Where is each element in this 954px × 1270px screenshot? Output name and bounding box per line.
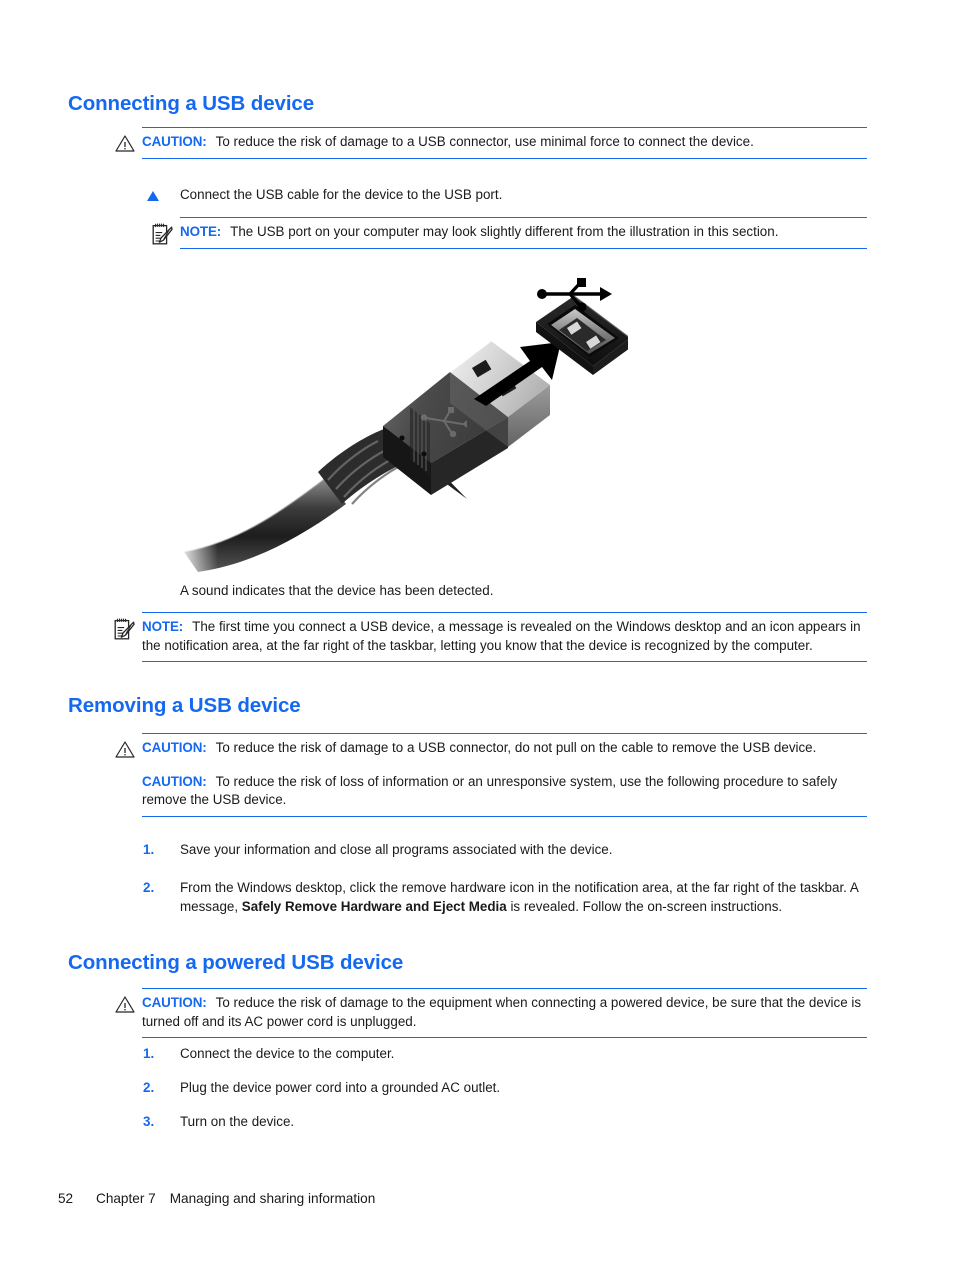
- note-text: The USB port on your computer may look s…: [230, 224, 779, 239]
- step-number: 2.: [143, 879, 155, 895]
- note-clipboard-pencil-icon: [113, 618, 135, 641]
- caution-block-powered: CAUTION: To reduce the risk of damage to …: [115, 988, 867, 1039]
- page-title-connecting-usb-device: Connecting a USB device: [68, 92, 315, 115]
- caution-text: To reduce the risk of damage to the equi…: [142, 995, 862, 1029]
- note-label: NOTE:: [180, 224, 222, 239]
- caution-label: CAUTION:: [142, 134, 207, 149]
- list-item-step-1: 1. Save your information and close all p…: [143, 841, 870, 860]
- note-text: The first time you connect a USB device,…: [142, 619, 861, 653]
- caution-label-2: CAUTION:: [142, 773, 207, 789]
- caution-label: CAUTION:: [142, 740, 207, 755]
- footer-chapter-title: Managing and sharing information: [169, 1191, 376, 1206]
- warning-triangle-icon: [115, 996, 135, 1013]
- caution-text: To reduce the risk of damage to a USB co…: [215, 740, 817, 755]
- note-clipboard-pencil-icon: [151, 223, 173, 246]
- step-number: 3.: [143, 1113, 155, 1129]
- warning-triangle-icon: [115, 135, 135, 152]
- procedure-step-connect-cable: Connect the USB cable for the device to …: [147, 186, 870, 205]
- step-number: 1.: [143, 1046, 155, 1061]
- step-number: 2.: [143, 1079, 155, 1095]
- list-item-step-1: 1. Connect the device to the computer.: [143, 1045, 870, 1064]
- list-item-step-3: 3. Turn on the device.: [143, 1113, 870, 1132]
- list-item-step-2: 2. Plug the device power cord into a gro…: [143, 1079, 870, 1098]
- caution-block-connecting: CAUTION: To reduce the risk of damage to …: [115, 127, 867, 159]
- warning-triangle-icon: [115, 741, 135, 758]
- note-label: NOTE:: [142, 619, 184, 634]
- caution-text: To reduce the risk of damage to a USB co…: [215, 134, 754, 149]
- triangle-bullet-icon: [147, 191, 159, 201]
- list-item-step-2: 2. From the Windows desktop, click the r…: [143, 879, 870, 917]
- usb-cable: [178, 477, 346, 576]
- page-footer: 52 Chapter 7 Managing and sharing informat…: [58, 1191, 375, 1206]
- step-text: Save your information and close all prog…: [180, 842, 613, 857]
- step-text-bold: Safely Remove Hardware and Eject Media: [241, 898, 507, 914]
- page-title-connecting-powered-usb-device: Connecting a powered USB device: [68, 951, 404, 974]
- note-body: NOTE: The first time you connect a USB de…: [114, 618, 867, 655]
- note-body: NOTE: The USB port on your computer may l…: [152, 223, 867, 245]
- note-block-usb-port-appearance: NOTE: The USB port on your computer may l…: [152, 217, 867, 249]
- caution-label: CAUTION:: [142, 995, 207, 1010]
- connector-dimple: [399, 435, 405, 441]
- step-number: 1.: [143, 842, 155, 857]
- step-text: Plug the device power cord into a ground…: [180, 1079, 501, 1095]
- removing-steps-list: 1. Save your information and close all p…: [143, 841, 870, 917]
- caution-body-first: CAUTION: To reduce the risk of damage to …: [115, 739, 867, 758]
- connector-dimple: [421, 451, 427, 457]
- caution-body: CAUTION: To reduce the risk of damage to …: [115, 994, 867, 1031]
- page-number: 52: [58, 1191, 74, 1206]
- caution-body-second: CAUTION: To reduce the risk of loss of in…: [142, 773, 867, 810]
- note-block-first-time-connect: NOTE: The first time you connect a USB de…: [114, 612, 867, 663]
- step-text: Turn on the device.: [180, 1113, 295, 1129]
- powered-steps-list: 1. Connect the device to the computer. 2…: [143, 1045, 870, 1132]
- step-text-after: is revealed. Follow the on-screen instru…: [506, 898, 783, 914]
- footer-chapter: Chapter 7: [96, 1191, 156, 1206]
- page-title-removing-usb-device: Removing a USB device: [68, 694, 301, 717]
- caution-body: CAUTION: To reduce the risk of damage to …: [115, 133, 867, 152]
- caution-text-2: To reduce the risk of loss of informatio…: [142, 773, 838, 808]
- procedure-step-text: Connect the USB cable for the device to …: [180, 187, 503, 202]
- caution-block-removing: CAUTION: To reduce the risk of damage to …: [115, 733, 867, 817]
- figure-caption-sound-indicates: A sound indicates that the device has be…: [180, 583, 494, 598]
- document-page: Connecting a USB device CAUTION: To reduc…: [0, 0, 954, 1270]
- step-text: Connect the device to the computer.: [180, 1046, 395, 1061]
- usb-connection-illustration: [178, 276, 628, 576]
